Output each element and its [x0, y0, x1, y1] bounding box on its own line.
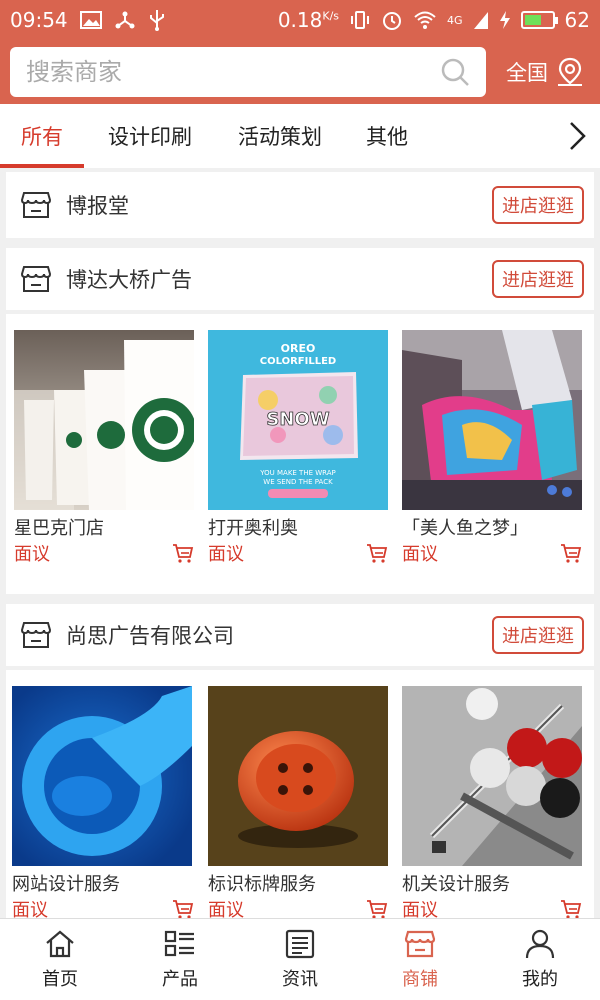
- cart-icon[interactable]: [560, 899, 582, 919]
- billiard-balls-image[interactable]: [402, 686, 582, 866]
- alarm-icon: [383, 12, 402, 30]
- product-name: 星巴克门店: [14, 518, 104, 539]
- visit-store-button[interactable]: 进店逛逛: [492, 260, 584, 298]
- tab-other[interactable]: 其他: [360, 104, 414, 168]
- status-time: 09:54: [10, 8, 68, 32]
- search-box[interactable]: [10, 47, 486, 97]
- product-price: 面议: [402, 544, 438, 565]
- nav-label: 商铺: [402, 968, 438, 990]
- product-name: 网站设计服务: [12, 874, 120, 895]
- product-item[interactable]: 标识标牌服务 面议: [200, 686, 394, 922]
- network-share-icon: [115, 11, 135, 29]
- nav-home[interactable]: 首页: [0, 919, 120, 1000]
- store-icon: [20, 192, 52, 218]
- vibrate-icon: [351, 11, 370, 29]
- chevron-right-icon: [570, 122, 586, 150]
- cart-icon[interactable]: [172, 543, 194, 563]
- list-icon: [164, 930, 194, 956]
- cart-icon[interactable]: [366, 543, 388, 563]
- tab-event-planning[interactable]: 活动策划: [230, 104, 330, 168]
- wifi-icon: [414, 11, 436, 29]
- network-type: 4G: [447, 13, 463, 27]
- user-icon: [525, 929, 555, 958]
- svg-text:COLORFILLED: COLORFILLED: [260, 356, 336, 367]
- oreo-package-image[interactable]: OREO COLORFILLED SNOW YOU MAKE THE WRAP …: [208, 330, 388, 510]
- cart-icon[interactable]: [560, 543, 582, 563]
- search-icon[interactable]: [440, 57, 470, 87]
- visit-store-button[interactable]: 进店逛逛: [492, 616, 584, 654]
- signal-icon: [473, 12, 488, 29]
- cart-icon[interactable]: [366, 899, 388, 919]
- search-input[interactable]: [26, 58, 440, 86]
- region-selector[interactable]: 全国: [506, 57, 590, 87]
- product-item[interactable]: OREO COLORFILLED SNOW YOU MAKE THE WRAP …: [200, 330, 394, 566]
- product-name: 打开奥利奥: [208, 518, 298, 539]
- tab-all[interactable]: 所有: [0, 104, 84, 168]
- image-notification-icon: [79, 11, 102, 29]
- product-item[interactable]: 「美人鱼之梦」 面议: [394, 330, 588, 566]
- store-name[interactable]: 尚思广告有限公司: [66, 620, 234, 650]
- product-name: 「美人鱼之梦」: [402, 518, 528, 539]
- news-icon: [285, 929, 315, 958]
- battery-icon: [520, 11, 558, 29]
- svg-text:SNOW: SNOW: [266, 409, 329, 430]
- svg-text:OREO: OREO: [281, 342, 316, 355]
- nav-profile[interactable]: 我的: [480, 919, 600, 1000]
- cart-icon[interactable]: [172, 899, 194, 919]
- svg-text:YOU MAKE THE WRAP: YOU MAKE THE WRAP: [259, 469, 336, 477]
- network-speed: 0.18K/s: [277, 8, 340, 32]
- search-header: 全国: [0, 40, 600, 104]
- bottom-navigation: 首页 产品 资讯 商铺 我的: [0, 918, 600, 1000]
- visit-store-button[interactable]: 进店逛逛: [492, 186, 584, 224]
- charging-icon: [499, 11, 510, 29]
- nav-label: 资讯: [282, 968, 318, 990]
- nav-label: 首页: [42, 968, 78, 990]
- store-card: 博达大桥广告 进店逛逛 星巴克门店 面议 OREO COLORFILLED SN…: [6, 248, 594, 594]
- nav-news[interactable]: 资讯: [240, 919, 360, 1000]
- home-icon: [46, 930, 74, 957]
- tab-design-print[interactable]: 设计印刷: [100, 104, 200, 168]
- product-item[interactable]: 星巴克门店 面议: [6, 330, 200, 566]
- more-tabs-button[interactable]: [562, 118, 592, 154]
- svg-text:WE SEND THE PACK: WE SEND THE PACK: [263, 478, 333, 486]
- nav-stores[interactable]: 商铺: [360, 919, 480, 1000]
- store-icon: [404, 930, 436, 957]
- product-price: 面议: [208, 544, 244, 565]
- nav-products[interactable]: 产品: [120, 919, 240, 1000]
- category-tabs: 所有 设计印刷 活动策划 其他: [0, 104, 600, 168]
- nav-label: 我的: [522, 968, 558, 990]
- orange-button-image[interactable]: [208, 686, 388, 866]
- usb-icon: [149, 10, 164, 31]
- store-card: 尚思广告有限公司 进店逛逛 网站设计服务 面议 标识标牌服务 面议 机关设计服务…: [6, 604, 594, 922]
- blue-drop-image[interactable]: [12, 686, 192, 866]
- store-card: 博报堂 进店逛逛: [6, 172, 594, 238]
- region-label: 全国: [506, 61, 548, 85]
- product-name: 机关设计服务: [402, 874, 510, 895]
- store-icon: [20, 622, 52, 648]
- product-item[interactable]: 机关设计服务 面议: [394, 686, 588, 922]
- starbucks-cups-image[interactable]: [14, 330, 194, 510]
- status-bar: 09:54 0.18K/s 4G 62: [0, 0, 600, 40]
- battery-percent: 62: [564, 8, 590, 32]
- product-name: 标识标牌服务: [208, 874, 316, 895]
- product-price: 面议: [14, 544, 50, 565]
- mermaid-installation-image[interactable]: [402, 330, 582, 510]
- store-name[interactable]: 博达大桥广告: [66, 264, 192, 294]
- nav-label: 产品: [162, 968, 198, 990]
- product-item[interactable]: 网站设计服务 面议: [6, 686, 200, 922]
- store-icon: [20, 266, 52, 292]
- location-pin-icon: [558, 57, 582, 86]
- store-name[interactable]: 博报堂: [66, 190, 129, 220]
